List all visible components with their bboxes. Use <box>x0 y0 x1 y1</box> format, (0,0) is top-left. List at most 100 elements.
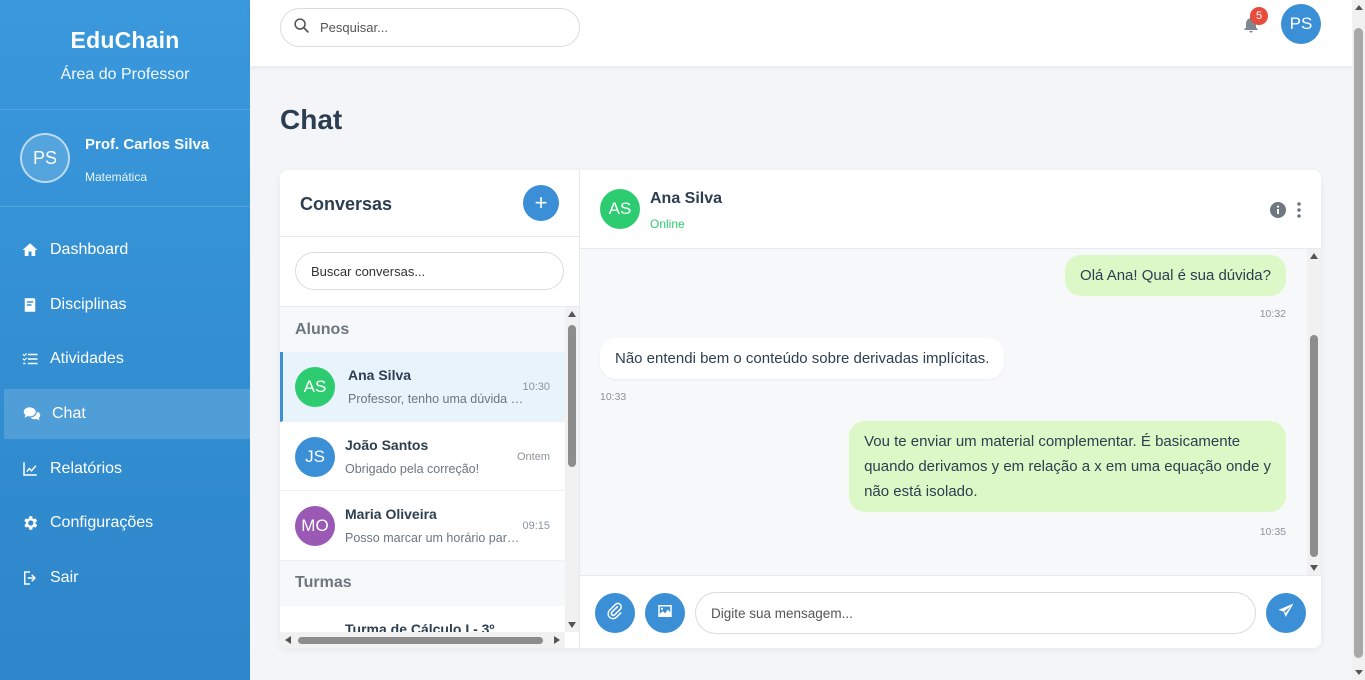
avatar: JS <box>295 436 335 477</box>
sidebar-item-label: Relatórios <box>50 459 123 477</box>
sidebar-item-label: Atividades <box>50 350 124 368</box>
scrollbar-thumb[interactable] <box>1310 335 1318 557</box>
send-button[interactable] <box>1266 593 1306 633</box>
conversation-time: 09:15 <box>522 520 550 532</box>
message-time: 10:33 <box>600 391 627 403</box>
home-icon <box>20 240 40 260</box>
chart-line-icon <box>20 459 40 479</box>
topbar: 5 PS <box>250 0 1352 66</box>
sidebar-item-label: Chat <box>52 405 86 423</box>
sidebar: EduChain Área do Professor PS Prof. Carl… <box>0 0 250 680</box>
book-icon <box>20 295 40 315</box>
user-avatar[interactable]: PS <box>1281 4 1321 44</box>
profile-name: Prof. Carlos Silva <box>85 136 210 153</box>
scrollbar-thumb[interactable] <box>298 637 543 644</box>
gear-icon <box>20 513 40 533</box>
scrollbar-thumb[interactable] <box>568 325 576 467</box>
message-time: 10:35 <box>1259 526 1286 538</box>
message-line: não está isolado. <box>864 483 978 500</box>
message-list-scrollbar[interactable] <box>1307 249 1321 575</box>
conversation-search-input[interactable] <box>295 252 564 290</box>
search-icon <box>293 17 310 39</box>
conversation-name: João Santos <box>345 436 429 453</box>
conversation-item[interactable]: MO Maria Oliveira Posso marcar um horári… <box>280 491 565 561</box>
group-label-alunos: Alunos <box>295 320 350 338</box>
brand-title: EduChain <box>70 27 180 53</box>
sidebar-item-label: Sair <box>50 569 79 587</box>
sidebar-item-sair[interactable]: Sair <box>0 553 250 603</box>
conversation-item[interactable]: AS Ana Silva Professor, tenho uma dúvida… <box>280 352 565 422</box>
conversations-header: Conversas + <box>280 170 579 237</box>
message-outgoing: Vou te enviar um material complementar. … <box>849 421 1286 512</box>
page-title: Chat <box>280 104 343 135</box>
info-icon[interactable] <box>1270 202 1286 218</box>
sidebar-item-label: Disciplinas <box>50 295 127 313</box>
user-profile: PS Prof. Carlos Silva Matemática <box>0 110 250 207</box>
conversation-time: Ontem <box>516 450 550 463</box>
chat-area: AS Ana Silva Online Olá Ana! Qual é sua … <box>580 170 1321 648</box>
scroll-down-arrow[interactable] <box>568 622 576 628</box>
scroll-up-arrow[interactable] <box>568 311 576 317</box>
more-options-icon[interactable] <box>1294 201 1304 219</box>
contact-avatar: AS <box>600 189 640 229</box>
sidebar-item-label: Dashboard <box>50 241 129 258</box>
contact-name: Ana Silva <box>650 190 723 207</box>
scrollbar-thumb[interactable] <box>1354 28 1363 658</box>
brand: EduChain Área do Professor <box>0 0 250 110</box>
page-scrollbar[interactable] <box>1352 0 1365 680</box>
image-upload-button[interactable] <box>645 593 685 633</box>
sidebar-item-label: Configurações <box>50 514 154 532</box>
message-incoming: Não entendi bem o conteúdo sobre derivad… <box>600 338 1005 379</box>
scroll-right-arrow[interactable] <box>554 636 560 644</box>
sidebar-item-chat[interactable]: Chat <box>4 389 250 440</box>
profile-avatar: PS <box>20 133 70 183</box>
sidebar-nav: Dashboard Disciplinas Atividades Chat Re… <box>0 225 250 608</box>
avatar: MO <box>295 506 335 546</box>
group-label-turmas: Turmas <box>295 574 352 591</box>
message-line: Vou te enviar um material complementar. … <box>864 433 1241 450</box>
conversation-name: Ana Silva <box>348 367 412 383</box>
contact-status: Online <box>650 217 685 231</box>
image-icon <box>656 602 674 625</box>
sidebar-item-dashboard[interactable]: Dashboard <box>0 225 250 275</box>
conversation-time: 10:30 <box>522 381 550 393</box>
paperclip-icon <box>606 602 624 625</box>
conversation-preview: Obrigado pela correção! <box>345 461 480 476</box>
scroll-up-arrow[interactable] <box>1355 5 1363 10</box>
conversations-title: Conversas <box>300 194 393 214</box>
conversation-item[interactable]: JS João Santos Obrigado pela correção! O… <box>280 421 565 491</box>
scroll-down-arrow[interactable] <box>1355 670 1363 675</box>
message-list: Olá Ana! Qual é sua dúvida? 10:32 Não en… <box>580 249 1321 575</box>
scroll-down-arrow[interactable] <box>1310 565 1318 571</box>
message-input[interactable] <box>695 592 1256 634</box>
global-search[interactable] <box>280 8 580 47</box>
chat-icon <box>22 404 42 424</box>
conversation-list-scrollbar[interactable] <box>565 307 579 632</box>
conversation-list: Alunos AS Ana Silva Professor, tenho uma… <box>280 307 565 648</box>
brand-subtitle: Área do Professor <box>60 66 190 83</box>
search-input[interactable] <box>320 20 550 35</box>
sidebar-item-disciplinas[interactable]: Disciplinas <box>0 280 250 330</box>
conversations-panel: Conversas + Alunos AS Ana Silva Professo… <box>280 170 580 648</box>
chat-card: Conversas + Alunos AS Ana Silva Professo… <box>280 170 1321 648</box>
sidebar-item-configuracoes[interactable]: Configurações <box>0 498 250 548</box>
logout-icon <box>20 568 40 588</box>
message-time: 10:32 <box>1259 308 1286 320</box>
notification-badge: 5 <box>1250 7 1268 25</box>
avatar: AS <box>295 367 335 407</box>
attach-button[interactable] <box>595 593 635 633</box>
sidebar-item-relatorios[interactable]: Relatórios <box>0 444 250 494</box>
conversation-list-hscrollbar[interactable] <box>280 632 565 648</box>
conversation-preview: Professor, tenho uma dúvida sobre... <box>348 392 528 406</box>
message-line: quando derivamos y em relação a x em uma… <box>864 458 1271 475</box>
tasks-icon <box>20 349 40 369</box>
sidebar-item-atividades[interactable]: Atividades <box>0 334 250 384</box>
conversation-preview: Posso marcar um horário para tirar... <box>345 531 525 545</box>
scroll-up-arrow[interactable] <box>1310 253 1318 259</box>
message-composer <box>580 575 1321 648</box>
new-conversation-button[interactable]: + <box>523 185 559 221</box>
scroll-left-arrow[interactable] <box>285 636 291 644</box>
message-outgoing: Olá Ana! Qual é sua dúvida? <box>1065 255 1286 296</box>
chat-header: AS Ana Silva Online <box>580 170 1321 249</box>
send-icon <box>1277 602 1295 625</box>
